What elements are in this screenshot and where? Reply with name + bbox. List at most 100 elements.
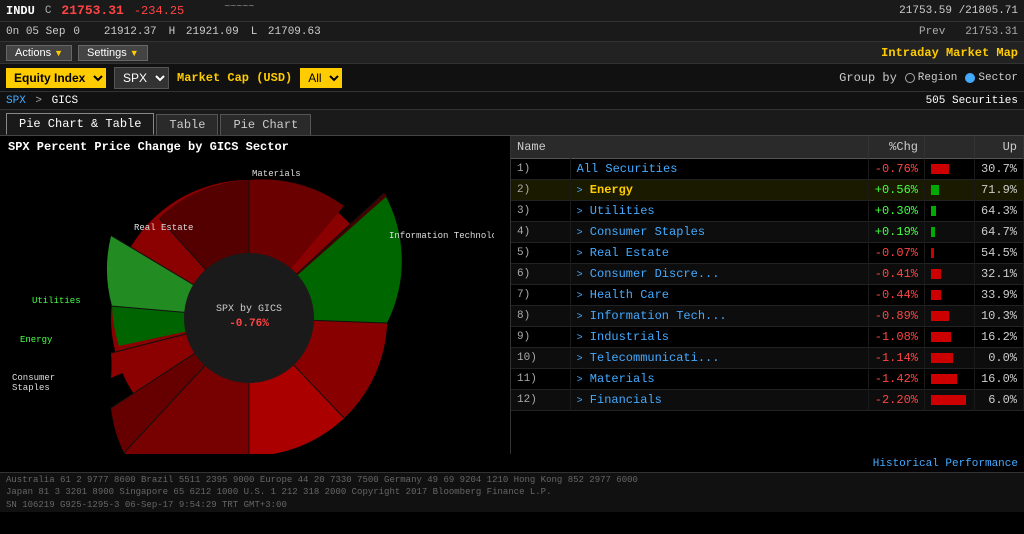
row-name-label: Consumer Staples <box>590 225 705 239</box>
ticker-price: 21753.31 <box>61 3 123 18</box>
table-row[interactable]: 3) > Utilities +0.30% 64.3% <box>511 201 1024 222</box>
prev-label: Prev 21753.31 <box>919 26 1018 38</box>
row-bar-cell <box>924 201 974 222</box>
center-text-label: SPX by GICS <box>216 303 282 315</box>
table-row[interactable]: 5) > Real Estate -0.07% 54.5% <box>511 243 1024 264</box>
pie-chart-title: SPX Percent Price Change by GICS Sector <box>4 140 506 154</box>
settings-button[interactable]: Settings ▼ <box>78 45 148 61</box>
row-expand-arrow[interactable]: > <box>577 333 583 344</box>
table-row[interactable]: 11) > Materials -1.42% 16.0% <box>511 369 1024 390</box>
equity-index-dropdown[interactable]: Equity Index <box>6 68 106 88</box>
row-number: 1) <box>511 159 570 180</box>
row-bar-cell <box>924 390 974 411</box>
table-row[interactable]: 10) > Telecommunicati... -1.14% 0.0% <box>511 348 1024 369</box>
row-up-val: 71.9% <box>974 180 1023 201</box>
hist-perf-bar: Historical Performance <box>0 454 1024 472</box>
row-name[interactable]: > Telecommunicati... <box>570 348 868 369</box>
sector-radio[interactable]: Sector <box>965 72 1018 84</box>
row-expand-arrow[interactable]: > <box>577 186 583 197</box>
table-row[interactable]: 1) All Securities -0.76% 30.7% <box>511 159 1024 180</box>
row-name-label: Consumer Discre... <box>590 267 720 281</box>
tabs-bar: Pie Chart & Table Table Pie Chart <box>0 110 1024 136</box>
ticker-bar: INDU C 21753.31 -234.25 ~~~~~ 21753.59 /… <box>0 0 1024 22</box>
row-name[interactable]: > Health Care <box>570 285 868 306</box>
securities-count: 505 Securities <box>926 95 1018 107</box>
tab-pie-chart-table[interactable]: Pie Chart & Table <box>6 113 154 135</box>
historical-performance-link[interactable]: Historical Performance <box>873 458 1018 470</box>
row-name[interactable]: > Real Estate <box>570 243 868 264</box>
intraday-label: Intraday Market Map <box>881 46 1018 60</box>
spx-dropdown[interactable]: SPX <box>114 67 169 89</box>
row-expand-arrow[interactable]: > <box>577 312 583 323</box>
row-up-val: 16.0% <box>974 369 1023 390</box>
status-bar: Australia 61 2 9777 8600 Brazil 5511 239… <box>0 472 1024 512</box>
status-line-3: SN 106219 G925-1295-3 06-Sep-17 9:54:29 … <box>6 499 1018 512</box>
row-number: 12) <box>511 390 570 411</box>
table-section: Name %Chg Up 1) All Securities -0.76% 30… <box>510 136 1024 454</box>
row-name[interactable]: > Energy <box>570 180 868 201</box>
second-row: 0n 05 Sep 0 21912.37 H 21921.09 L 21709.… <box>0 22 1024 42</box>
row-bar-cell <box>924 285 974 306</box>
row-up-val: 54.5% <box>974 243 1023 264</box>
row-bar-cell <box>924 264 974 285</box>
row-up-val: 64.3% <box>974 201 1023 222</box>
row-bar-cell <box>924 222 974 243</box>
ticker-change: -234.25 <box>134 4 184 18</box>
region-radio[interactable]: Region <box>905 72 958 84</box>
row-name[interactable]: > Utilities <box>570 201 868 222</box>
row-name[interactable]: > Financials <box>570 390 868 411</box>
row-name-label: Telecommunicati... <box>590 351 720 365</box>
groupby-label: Group by <box>839 71 897 85</box>
row-up-val: 16.2% <box>974 327 1023 348</box>
label-realestate: Real Estate <box>134 223 193 233</box>
high-val: H 21921.09 <box>169 26 243 38</box>
table-row[interactable]: 4) > Consumer Staples +0.19% 64.7% <box>511 222 1024 243</box>
table-row[interactable]: 9) > Industrials -1.08% 16.2% <box>511 327 1024 348</box>
bar-neg-icon <box>931 248 934 258</box>
row-expand-arrow[interactable]: > <box>577 291 583 302</box>
actions-button[interactable]: Actions ▼ <box>6 45 72 61</box>
tab-pie-chart[interactable]: Pie Chart <box>220 114 311 135</box>
row-name[interactable]: > Consumer Discre... <box>570 264 868 285</box>
label-materials: Materials <box>252 169 301 179</box>
table-row[interactable]: 8) > Information Tech... -0.89% 10.3% <box>511 306 1024 327</box>
row-bar-cell <box>924 369 974 390</box>
row-name[interactable]: > Information Tech... <box>570 306 868 327</box>
table-row[interactable]: 7) > Health Care -0.44% 33.9% <box>511 285 1024 306</box>
bar-pos-icon <box>931 185 939 195</box>
row-pct-change: -0.07% <box>868 243 924 264</box>
row-name[interactable]: > Consumer Staples <box>570 222 868 243</box>
label-cstaples: Consumer <box>12 373 55 383</box>
row-name-label: Information Tech... <box>590 309 727 323</box>
row-name[interactable]: > Industrials <box>570 327 868 348</box>
table-row[interactable]: 6) > Consumer Discre... -0.41% 32.1% <box>511 264 1024 285</box>
row-expand-arrow[interactable]: > <box>577 228 583 239</box>
pie-chart-container: SPX by GICS -0.76% Materials Information… <box>4 158 494 468</box>
menu-bar: Actions ▼ Settings ▼ Intraday Market Map <box>0 42 1024 64</box>
row-name-label: Health Care <box>590 288 669 302</box>
row-name[interactable]: All Securities <box>570 159 868 180</box>
row-name[interactable]: > Materials <box>570 369 868 390</box>
row-expand-arrow[interactable]: > <box>577 354 583 365</box>
row-number: 8) <box>511 306 570 327</box>
mktcap-label: Market Cap (USD) <box>177 71 292 85</box>
row-expand-arrow[interactable]: > <box>577 249 583 260</box>
tab-table[interactable]: Table <box>156 114 218 135</box>
row-pct-change: -1.14% <box>868 348 924 369</box>
row-expand-arrow[interactable]: > <box>577 270 583 281</box>
row-pct-change: -0.76% <box>868 159 924 180</box>
row-bar-cell <box>924 180 974 201</box>
row-pct-change: -0.41% <box>868 264 924 285</box>
table-row[interactable]: 2) > Energy +0.56% 71.9% <box>511 180 1024 201</box>
row-expand-arrow[interactable]: > <box>577 375 583 386</box>
row-expand-arrow[interactable]: > <box>577 396 583 407</box>
breadcrumb-parent[interactable]: SPX <box>6 95 26 107</box>
row-bar-cell <box>924 243 974 264</box>
row-pct-change: -1.08% <box>868 327 924 348</box>
bar-neg-icon <box>931 332 951 342</box>
mktcap-all-dropdown[interactable]: All <box>300 68 342 88</box>
row-expand-arrow[interactable]: > <box>577 207 583 218</box>
ticker-right-price: 21753.59 /21805.71 <box>899 5 1018 17</box>
col-pctchg: %Chg <box>868 136 924 159</box>
table-row[interactable]: 12) > Financials -2.20% 6.0% <box>511 390 1024 411</box>
